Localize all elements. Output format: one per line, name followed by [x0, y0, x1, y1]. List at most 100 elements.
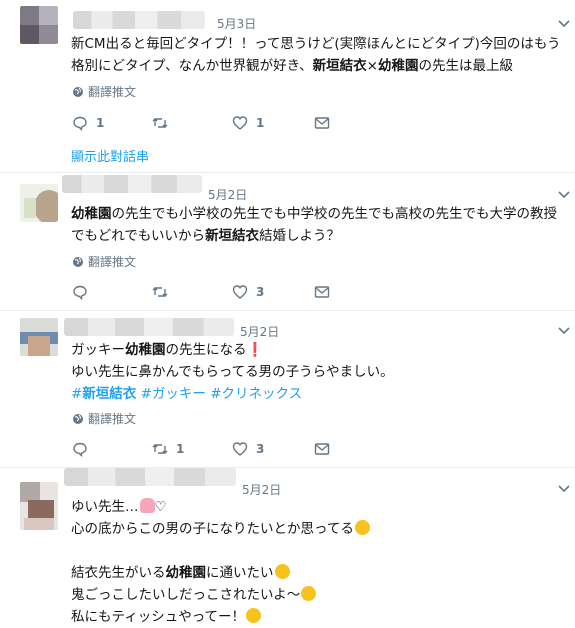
tweet-text-line: 格別にどタイプ、なんか世界観が好き、新垣結衣×幼稚園の先生は最上級 — [71, 55, 571, 77]
cry-emoji-icon — [301, 586, 317, 601]
text-segment: の先生でも小学校の先生でも中学校の先生でも高校の先生でも大学の教授 — [111, 206, 558, 222]
user-name-blurred[interactable] — [64, 468, 236, 486]
user-name-blurred[interactable] — [73, 11, 205, 29]
hashtag-link[interactable]: 新垣結衣 — [82, 386, 136, 402]
tweet-text: 新CM出ると毎回どタイプ！！って思うけど(実際ほんとにどタイプ)今回のはもう 格別… — [71, 33, 571, 77]
tweet-4[interactable]: 5月2日 ゆい先生… ♡ 心の底からこの男の子になりたいとか思ってる 結衣先生がいる… — [0, 468, 575, 625]
translate-label[interactable]: 翻譯推文 — [88, 83, 136, 100]
translate-tweet-link[interactable]: 翻譯推文 — [72, 253, 136, 270]
like-button[interactable]: 1 — [232, 115, 264, 131]
like-button[interactable]: 3 — [232, 441, 264, 457]
tweet-actions: 1 1 — [72, 115, 372, 133]
tweet-text: ゆい先生… ♡ 心の底からこの男の子になりたいとか思ってる 結衣先生がいる幼稚園に通… — [71, 496, 571, 628]
text-segment: ガッキー — [71, 342, 125, 358]
globe-icon — [73, 86, 83, 97]
tweet-text-line: 幼稚園の先生でも小学校の先生でも中学校の先生でも高校の先生でも大学の教授 — [71, 203, 571, 225]
globe-icon — [73, 256, 83, 267]
tweet-1[interactable]: 5月3日 新CM出ると毎回どタイプ！！って思うけど(実際ほんとにどタイプ)今回の… — [0, 0, 575, 172]
tweet-text-line: 結衣先生がいる幼稚園に通いたい — [71, 562, 571, 584]
text-segment: の先生になる — [165, 342, 247, 358]
avatar[interactable] — [20, 184, 58, 222]
tweet-text-line: ゆい先生に鼻かんでもらってる男の子うらやましい。 — [71, 361, 571, 383]
text-segment: 新CM出ると毎回どタイプ！！って思うけど(実際ほんとにどタイプ)今回のはもう — [71, 36, 561, 52]
heart-icon — [232, 285, 248, 299]
tweet-text-line: 新CM出ると毎回どタイプ！！って思うけど(実際ほんとにどタイプ)今回のはもう — [71, 33, 571, 55]
text-segment: 幼稚園 — [165, 565, 207, 581]
translate-label[interactable]: 翻譯推文 — [88, 410, 136, 427]
text-segment: 結婚しよう？ — [259, 228, 341, 244]
text-segment: 新垣結衣 — [312, 58, 367, 74]
text-segment: 私にもティッシュやってー！ — [71, 609, 246, 625]
reply-button[interactable]: 1 — [72, 115, 104, 131]
reply-icon — [73, 285, 87, 300]
like-count: 1 — [256, 116, 265, 130]
avatar[interactable] — [20, 318, 58, 356]
tweet-3[interactable]: 5月2日 ガッキー幼稚園の先生になる❗ ゆい先生に鼻かんでもらってる男の子うらやま… — [0, 311, 575, 467]
tweet-text-line — [71, 540, 571, 562]
text-segment: に通いたい — [206, 565, 274, 581]
chevron-down-icon[interactable] — [557, 484, 571, 494]
retweet-count: 1 — [176, 442, 185, 456]
avatar[interactable] — [20, 482, 58, 530]
translate-label[interactable]: 翻譯推文 — [88, 253, 136, 270]
retweet-icon — [152, 118, 168, 128]
dm-button[interactable] — [314, 115, 330, 131]
reply-count: 1 — [96, 116, 105, 130]
tweet-date[interactable]: 5月2日 — [208, 186, 247, 203]
retweet-button[interactable] — [152, 115, 176, 131]
tweet-text-line: でもどれでもいいから新垣結衣結婚しよう？ — [71, 225, 571, 247]
reply-button[interactable] — [72, 284, 96, 300]
reply-icon — [73, 116, 87, 131]
persevere-emoji-icon — [246, 608, 262, 623]
tweet-text: 幼稚園の先生でも小学校の先生でも中学校の先生でも高校の先生でも大学の教授 でもどれ… — [71, 203, 571, 247]
text-segment: 鬼ごっこしたいしだっこされたいよ〜 — [71, 587, 301, 603]
tweet-text-line: 鬼ごっこしたいしだっこされたいよ〜 — [71, 584, 571, 606]
text-segment: 格別にどタイプ、なんか世界観が好き、 — [71, 58, 313, 74]
tweet-2[interactable]: 5月2日 幼稚園の先生でも小学校の先生でも中学校の先生でも高校の先生でも大学の教… — [0, 173, 575, 310]
envelope-icon — [314, 443, 330, 455]
tweet-date[interactable]: 5月2日 — [240, 323, 279, 340]
retweet-button[interactable] — [152, 284, 176, 300]
text-segment: でもどれでもいいから — [71, 228, 206, 244]
like-count: 3 — [256, 285, 265, 299]
chevron-down-icon[interactable] — [557, 19, 571, 29]
hashtag-link[interactable]: #ガッキー #クリネックス — [136, 386, 303, 402]
dm-button[interactable] — [314, 441, 330, 457]
show-thread-link[interactable]: 顯示此對話串 — [71, 146, 149, 165]
text-segment: 新垣結衣 — [205, 228, 260, 244]
text-segment: × — [366, 58, 378, 74]
text-segment: 幼稚園 — [377, 58, 419, 74]
tweet-text-line: ガッキー幼稚園の先生になる❗ — [71, 339, 571, 361]
user-name-blurred[interactable] — [62, 175, 202, 193]
envelope-icon — [314, 117, 330, 129]
translate-tweet-link[interactable]: 翻譯推文 — [72, 410, 136, 427]
like-button[interactable]: 3 — [232, 284, 264, 300]
retweet-icon — [152, 444, 168, 454]
text-segment: ゆい先生… — [71, 499, 139, 515]
dm-button[interactable] — [314, 284, 330, 300]
tweet-actions: 1 3 — [72, 441, 372, 459]
chevron-down-icon[interactable] — [557, 190, 571, 200]
reply-button[interactable] — [72, 441, 96, 457]
tweet-date[interactable]: 5月3日 — [217, 15, 256, 32]
retweet-button[interactable]: 1 — [152, 441, 184, 457]
reply-icon — [73, 442, 87, 457]
text-segment: ❗ — [246, 342, 264, 358]
text-segment: ゆい先生に鼻かんでもらってる男の子うらやましい。 — [71, 364, 394, 380]
hashtag-link[interactable]: # — [71, 386, 82, 402]
tweet-text-line: 私にもティッシュやってー！ — [71, 606, 571, 628]
envelope-icon — [314, 286, 330, 298]
like-count: 3 — [256, 442, 265, 456]
text-segment: 心の底からこの男の子になりたいとか思ってる — [71, 521, 354, 537]
avatar[interactable] — [20, 6, 58, 44]
text-segment: の先生は最上級 — [418, 58, 513, 74]
hearteyes-emoji-icon — [274, 564, 290, 579]
heart-icon — [232, 116, 248, 130]
retweet-icon — [152, 287, 168, 297]
tweet-text-line: #新垣結衣 #ガッキー #クリネックス — [71, 383, 571, 405]
chevron-down-icon[interactable] — [557, 326, 571, 336]
user-name-blurred[interactable] — [64, 318, 234, 336]
tweet-text-line: 心の底からこの男の子になりたいとか思ってる — [71, 518, 571, 540]
tweet-text-line: ゆい先生… ♡ — [71, 496, 571, 518]
translate-tweet-link[interactable]: 翻譯推文 — [72, 83, 136, 100]
